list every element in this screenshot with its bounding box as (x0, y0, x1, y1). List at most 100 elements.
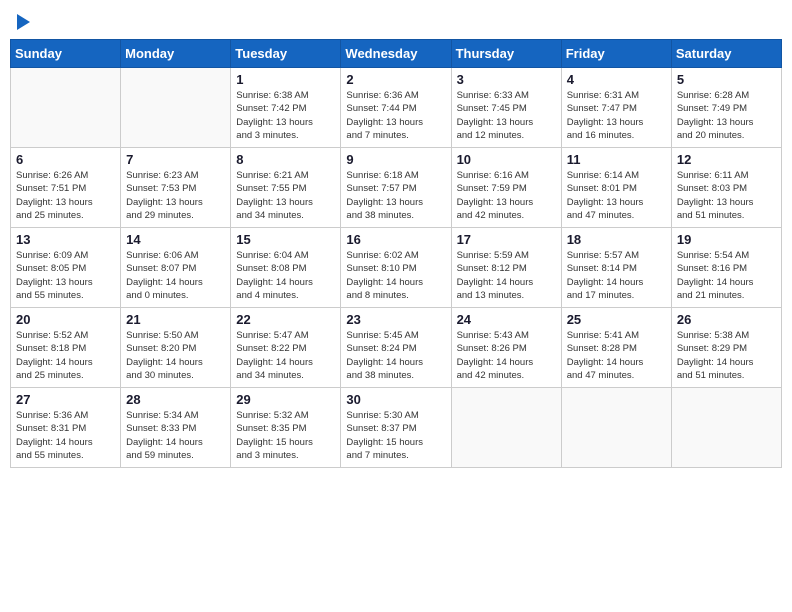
day-number: 4 (567, 72, 666, 87)
day-number: 7 (126, 152, 225, 167)
week-row: 27 Sunrise: 5:36 AM Sunset: 8:31 PM Dayli… (11, 388, 782, 468)
week-row: 13 Sunrise: 6:09 AM Sunset: 8:05 PM Dayli… (11, 228, 782, 308)
calendar-cell: 10 Sunrise: 6:16 AM Sunset: 7:59 PM Dayli… (451, 148, 561, 228)
weekday-header: Thursday (451, 40, 561, 68)
calendar-cell: 16 Sunrise: 6:02 AM Sunset: 8:10 PM Dayli… (341, 228, 451, 308)
day-info: Sunrise: 5:41 AM Sunset: 8:28 PM Dayligh… (567, 329, 666, 382)
day-number: 5 (677, 72, 776, 87)
calendar-cell: 11Sunrise: 6:14 AM Sunset: 8:01 PM Dayli… (561, 148, 671, 228)
calendar-cell: 9 Sunrise: 6:18 AM Sunset: 7:57 PM Daylig… (341, 148, 451, 228)
calendar-cell: 6 Sunrise: 6:26 AM Sunset: 7:51 PM Daylig… (11, 148, 121, 228)
day-info: Sunrise: 5:32 AM Sunset: 8:35 PM Dayligh… (236, 409, 335, 462)
calendar-cell: 13 Sunrise: 6:09 AM Sunset: 8:05 PM Dayli… (11, 228, 121, 308)
calendar-cell: 30 Sunrise: 5:30 AM Sunset: 8:37 PM Dayli… (341, 388, 451, 468)
day-info: Sunrise: 6:06 AM Sunset: 8:07 PM Dayligh… (126, 249, 225, 302)
calendar-cell: 8Sunrise: 6:21 AM Sunset: 7:55 PM Daylig… (231, 148, 341, 228)
day-info: Sunrise: 5:50 AM Sunset: 8:20 PM Dayligh… (126, 329, 225, 382)
day-number: 28 (126, 392, 225, 407)
day-info: Sunrise: 5:52 AM Sunset: 8:18 PM Dayligh… (16, 329, 115, 382)
day-info: Sunrise: 6:09 AM Sunset: 8:05 PM Dayligh… (16, 249, 115, 302)
calendar-cell: 18 Sunrise: 5:57 AM Sunset: 8:14 PM Dayli… (561, 228, 671, 308)
logo-general (14, 10, 30, 31)
day-info: Sunrise: 5:59 AM Sunset: 8:12 PM Dayligh… (457, 249, 556, 302)
day-info: Sunrise: 6:18 AM Sunset: 7:57 PM Dayligh… (346, 169, 445, 222)
day-info: Sunrise: 5:54 AM Sunset: 8:16 PM Dayligh… (677, 249, 776, 302)
calendar-cell (561, 388, 671, 468)
week-row: 6 Sunrise: 6:26 AM Sunset: 7:51 PM Daylig… (11, 148, 782, 228)
day-info: Sunrise: 5:57 AM Sunset: 8:14 PM Dayligh… (567, 249, 666, 302)
day-info: Sunrise: 6:26 AM Sunset: 7:51 PM Dayligh… (16, 169, 115, 222)
calendar-cell: 7Sunrise: 6:23 AM Sunset: 7:53 PM Daylig… (121, 148, 231, 228)
calendar-cell: 23Sunrise: 5:45 AM Sunset: 8:24 PM Dayli… (341, 308, 451, 388)
day-info: Sunrise: 5:34 AM Sunset: 8:33 PM Dayligh… (126, 409, 225, 462)
calendar-cell: 22 Sunrise: 5:47 AM Sunset: 8:22 PM Dayli… (231, 308, 341, 388)
day-number: 9 (346, 152, 445, 167)
day-number: 20 (16, 312, 115, 327)
calendar-cell: 1 Sunrise: 6:38 AM Sunset: 7:42 PM Daylig… (231, 68, 341, 148)
calendar-cell: 12 Sunrise: 6:11 AM Sunset: 8:03 PM Dayli… (671, 148, 781, 228)
day-info: Sunrise: 6:31 AM Sunset: 7:47 PM Dayligh… (567, 89, 666, 142)
day-number: 17 (457, 232, 556, 247)
day-number: 16 (346, 232, 445, 247)
calendar-table: SundayMondayTuesdayWednesdayThursdayFrid… (10, 39, 782, 468)
calendar-cell: 25 Sunrise: 5:41 AM Sunset: 8:28 PM Dayli… (561, 308, 671, 388)
calendar-cell: 15 Sunrise: 6:04 AM Sunset: 8:08 PM Dayli… (231, 228, 341, 308)
day-number: 13 (16, 232, 115, 247)
day-info: Sunrise: 6:11 AM Sunset: 8:03 PM Dayligh… (677, 169, 776, 222)
day-number: 24 (457, 312, 556, 327)
calendar-cell (451, 388, 561, 468)
weekday-header-row: SundayMondayTuesdayWednesdayThursdayFrid… (11, 40, 782, 68)
calendar-cell: 20 Sunrise: 5:52 AM Sunset: 8:18 PM Dayli… (11, 308, 121, 388)
day-number: 10 (457, 152, 556, 167)
day-number: 12 (677, 152, 776, 167)
weekday-header: Tuesday (231, 40, 341, 68)
day-number: 1 (236, 72, 335, 87)
day-info: Sunrise: 5:43 AM Sunset: 8:26 PM Dayligh… (457, 329, 556, 382)
weekday-header: Monday (121, 40, 231, 68)
day-number: 25 (567, 312, 666, 327)
day-number: 29 (236, 392, 335, 407)
day-number: 8 (236, 152, 335, 167)
calendar-cell: 3Sunrise: 6:33 AM Sunset: 7:45 PM Daylig… (451, 68, 561, 148)
day-number: 2 (346, 72, 445, 87)
calendar-cell: 4 Sunrise: 6:31 AM Sunset: 7:47 PM Daylig… (561, 68, 671, 148)
day-info: Sunrise: 6:04 AM Sunset: 8:08 PM Dayligh… (236, 249, 335, 302)
page-header (10, 10, 782, 31)
day-number: 23 (346, 312, 445, 327)
day-number: 27 (16, 392, 115, 407)
calendar-cell: 29 Sunrise: 5:32 AM Sunset: 8:35 PM Dayli… (231, 388, 341, 468)
calendar-cell: 19 Sunrise: 5:54 AM Sunset: 8:16 PM Dayli… (671, 228, 781, 308)
day-number: 18 (567, 232, 666, 247)
day-info: Sunrise: 6:33 AM Sunset: 7:45 PM Dayligh… (457, 89, 556, 142)
calendar-cell (671, 388, 781, 468)
day-info: Sunrise: 6:36 AM Sunset: 7:44 PM Dayligh… (346, 89, 445, 142)
calendar-cell: 14 Sunrise: 6:06 AM Sunset: 8:07 PM Dayli… (121, 228, 231, 308)
logo-triangle-icon (17, 14, 30, 30)
day-info: Sunrise: 6:02 AM Sunset: 8:10 PM Dayligh… (346, 249, 445, 302)
day-info: Sunrise: 6:38 AM Sunset: 7:42 PM Dayligh… (236, 89, 335, 142)
day-info: Sunrise: 5:30 AM Sunset: 8:37 PM Dayligh… (346, 409, 445, 462)
calendar-cell: 2 Sunrise: 6:36 AM Sunset: 7:44 PM Daylig… (341, 68, 451, 148)
day-number: 14 (126, 232, 225, 247)
day-number: 26 (677, 312, 776, 327)
weekday-header: Sunday (11, 40, 121, 68)
day-number: 15 (236, 232, 335, 247)
week-row: 1 Sunrise: 6:38 AM Sunset: 7:42 PM Daylig… (11, 68, 782, 148)
day-info: Sunrise: 6:28 AM Sunset: 7:49 PM Dayligh… (677, 89, 776, 142)
day-info: Sunrise: 5:36 AM Sunset: 8:31 PM Dayligh… (16, 409, 115, 462)
day-info: Sunrise: 6:16 AM Sunset: 7:59 PM Dayligh… (457, 169, 556, 222)
day-number: 19 (677, 232, 776, 247)
logo (14, 10, 30, 31)
calendar-cell (11, 68, 121, 148)
day-number: 11 (567, 152, 666, 167)
day-info: Sunrise: 5:47 AM Sunset: 8:22 PM Dayligh… (236, 329, 335, 382)
day-number: 22 (236, 312, 335, 327)
day-number: 30 (346, 392, 445, 407)
day-info: Sunrise: 5:38 AM Sunset: 8:29 PM Dayligh… (677, 329, 776, 382)
calendar-cell (121, 68, 231, 148)
day-number: 6 (16, 152, 115, 167)
calendar-cell: 17 Sunrise: 5:59 AM Sunset: 8:12 PM Dayli… (451, 228, 561, 308)
calendar-cell: 21Sunrise: 5:50 AM Sunset: 8:20 PM Dayli… (121, 308, 231, 388)
calendar-cell: 28 Sunrise: 5:34 AM Sunset: 8:33 PM Dayli… (121, 388, 231, 468)
calendar-cell: 24 Sunrise: 5:43 AM Sunset: 8:26 PM Dayli… (451, 308, 561, 388)
